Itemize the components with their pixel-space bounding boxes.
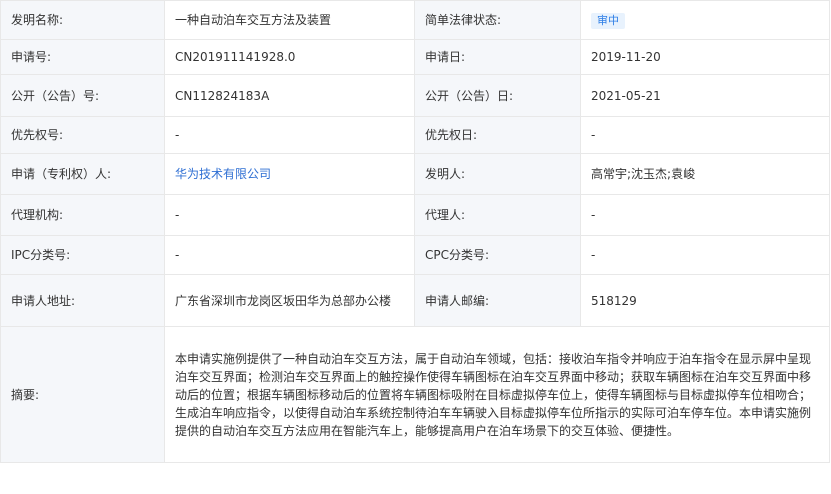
publication-number-value: CN112824183A <box>164 74 415 117</box>
agent-value: - <box>580 194 830 236</box>
invention-name-label: 发明名称: <box>0 0 165 40</box>
publication-date-label: 公开（公告）日: <box>414 74 581 117</box>
publication-number-label: 公开（公告）号: <box>0 74 165 117</box>
application-date-label: 申请日: <box>414 39 581 75</box>
priority-number-label: 优先权号: <box>0 116 165 154</box>
priority-number-value: - <box>164 116 415 154</box>
row-invention-name: 发明名称: 一种自动泊车交互方法及装置 简单法律状态: 审中 <box>0 0 830 40</box>
postcode-label: 申请人邮编: <box>414 274 581 327</box>
row-applicant: 申请（专利权）人: 华为技术有限公司 发明人: 高常宇;沈玉杰;袁峻 <box>0 153 830 195</box>
application-number-label: 申请号: <box>0 39 165 75</box>
invention-name-value: 一种自动泊车交互方法及装置 <box>164 0 415 40</box>
inventor-label: 发明人: <box>414 153 581 195</box>
applicant-label: 申请（专利权）人: <box>0 153 165 195</box>
priority-date-value: - <box>580 116 830 154</box>
publication-date-value: 2021-05-21 <box>580 74 830 117</box>
cpc-value: - <box>580 235 830 275</box>
postcode-value: 518129 <box>580 274 830 327</box>
abstract-label: 摘要: <box>0 326 165 463</box>
applicant-cell: 华为技术有限公司 <box>164 153 415 195</box>
patent-info-table: 发明名称: 一种自动泊车交互方法及装置 简单法律状态: 审中 申请号: CN20… <box>0 0 830 463</box>
legal-status-badge: 审中 <box>591 13 625 29</box>
application-number-value: CN201911141928.0 <box>164 39 415 75</box>
row-address: 申请人地址: 广东省深圳市龙岗区坂田华为总部办公楼 申请人邮编: 518129 <box>0 274 830 327</box>
agent-label: 代理人: <box>414 194 581 236</box>
row-application-number: 申请号: CN201911141928.0 申请日: 2019-11-20 <box>0 39 830 75</box>
ipc-value: - <box>164 235 415 275</box>
row-abstract: 摘要: 本申请实施例提供了一种自动泊车交互方法，属于自动泊车领域，包括：接收泊车… <box>0 326 830 463</box>
abstract-text: 本申请实施例提供了一种自动泊车交互方法，属于自动泊车领域，包括：接收泊车指令并响… <box>164 326 830 463</box>
row-classification: IPC分类号: - CPC分类号: - <box>0 235 830 275</box>
legal-status-cell: 审中 <box>580 0 830 40</box>
row-priority: 优先权号: - 优先权日: - <box>0 116 830 154</box>
inventor-value: 高常宇;沈玉杰;袁峻 <box>580 153 830 195</box>
agency-value: - <box>164 194 415 236</box>
applicant-address-value: 广东省深圳市龙岗区坂田华为总部办公楼 <box>164 274 415 327</box>
ipc-label: IPC分类号: <box>0 235 165 275</box>
agency-label: 代理机构: <box>0 194 165 236</box>
cpc-label: CPC分类号: <box>414 235 581 275</box>
legal-status-label: 简单法律状态: <box>414 0 581 40</box>
row-publication-number: 公开（公告）号: CN112824183A 公开（公告）日: 2021-05-2… <box>0 74 830 117</box>
applicant-link[interactable]: 华为技术有限公司 <box>175 167 271 181</box>
application-date-value: 2019-11-20 <box>580 39 830 75</box>
priority-date-label: 优先权日: <box>414 116 581 154</box>
applicant-address-label: 申请人地址: <box>0 274 165 327</box>
row-agency: 代理机构: - 代理人: - <box>0 194 830 236</box>
